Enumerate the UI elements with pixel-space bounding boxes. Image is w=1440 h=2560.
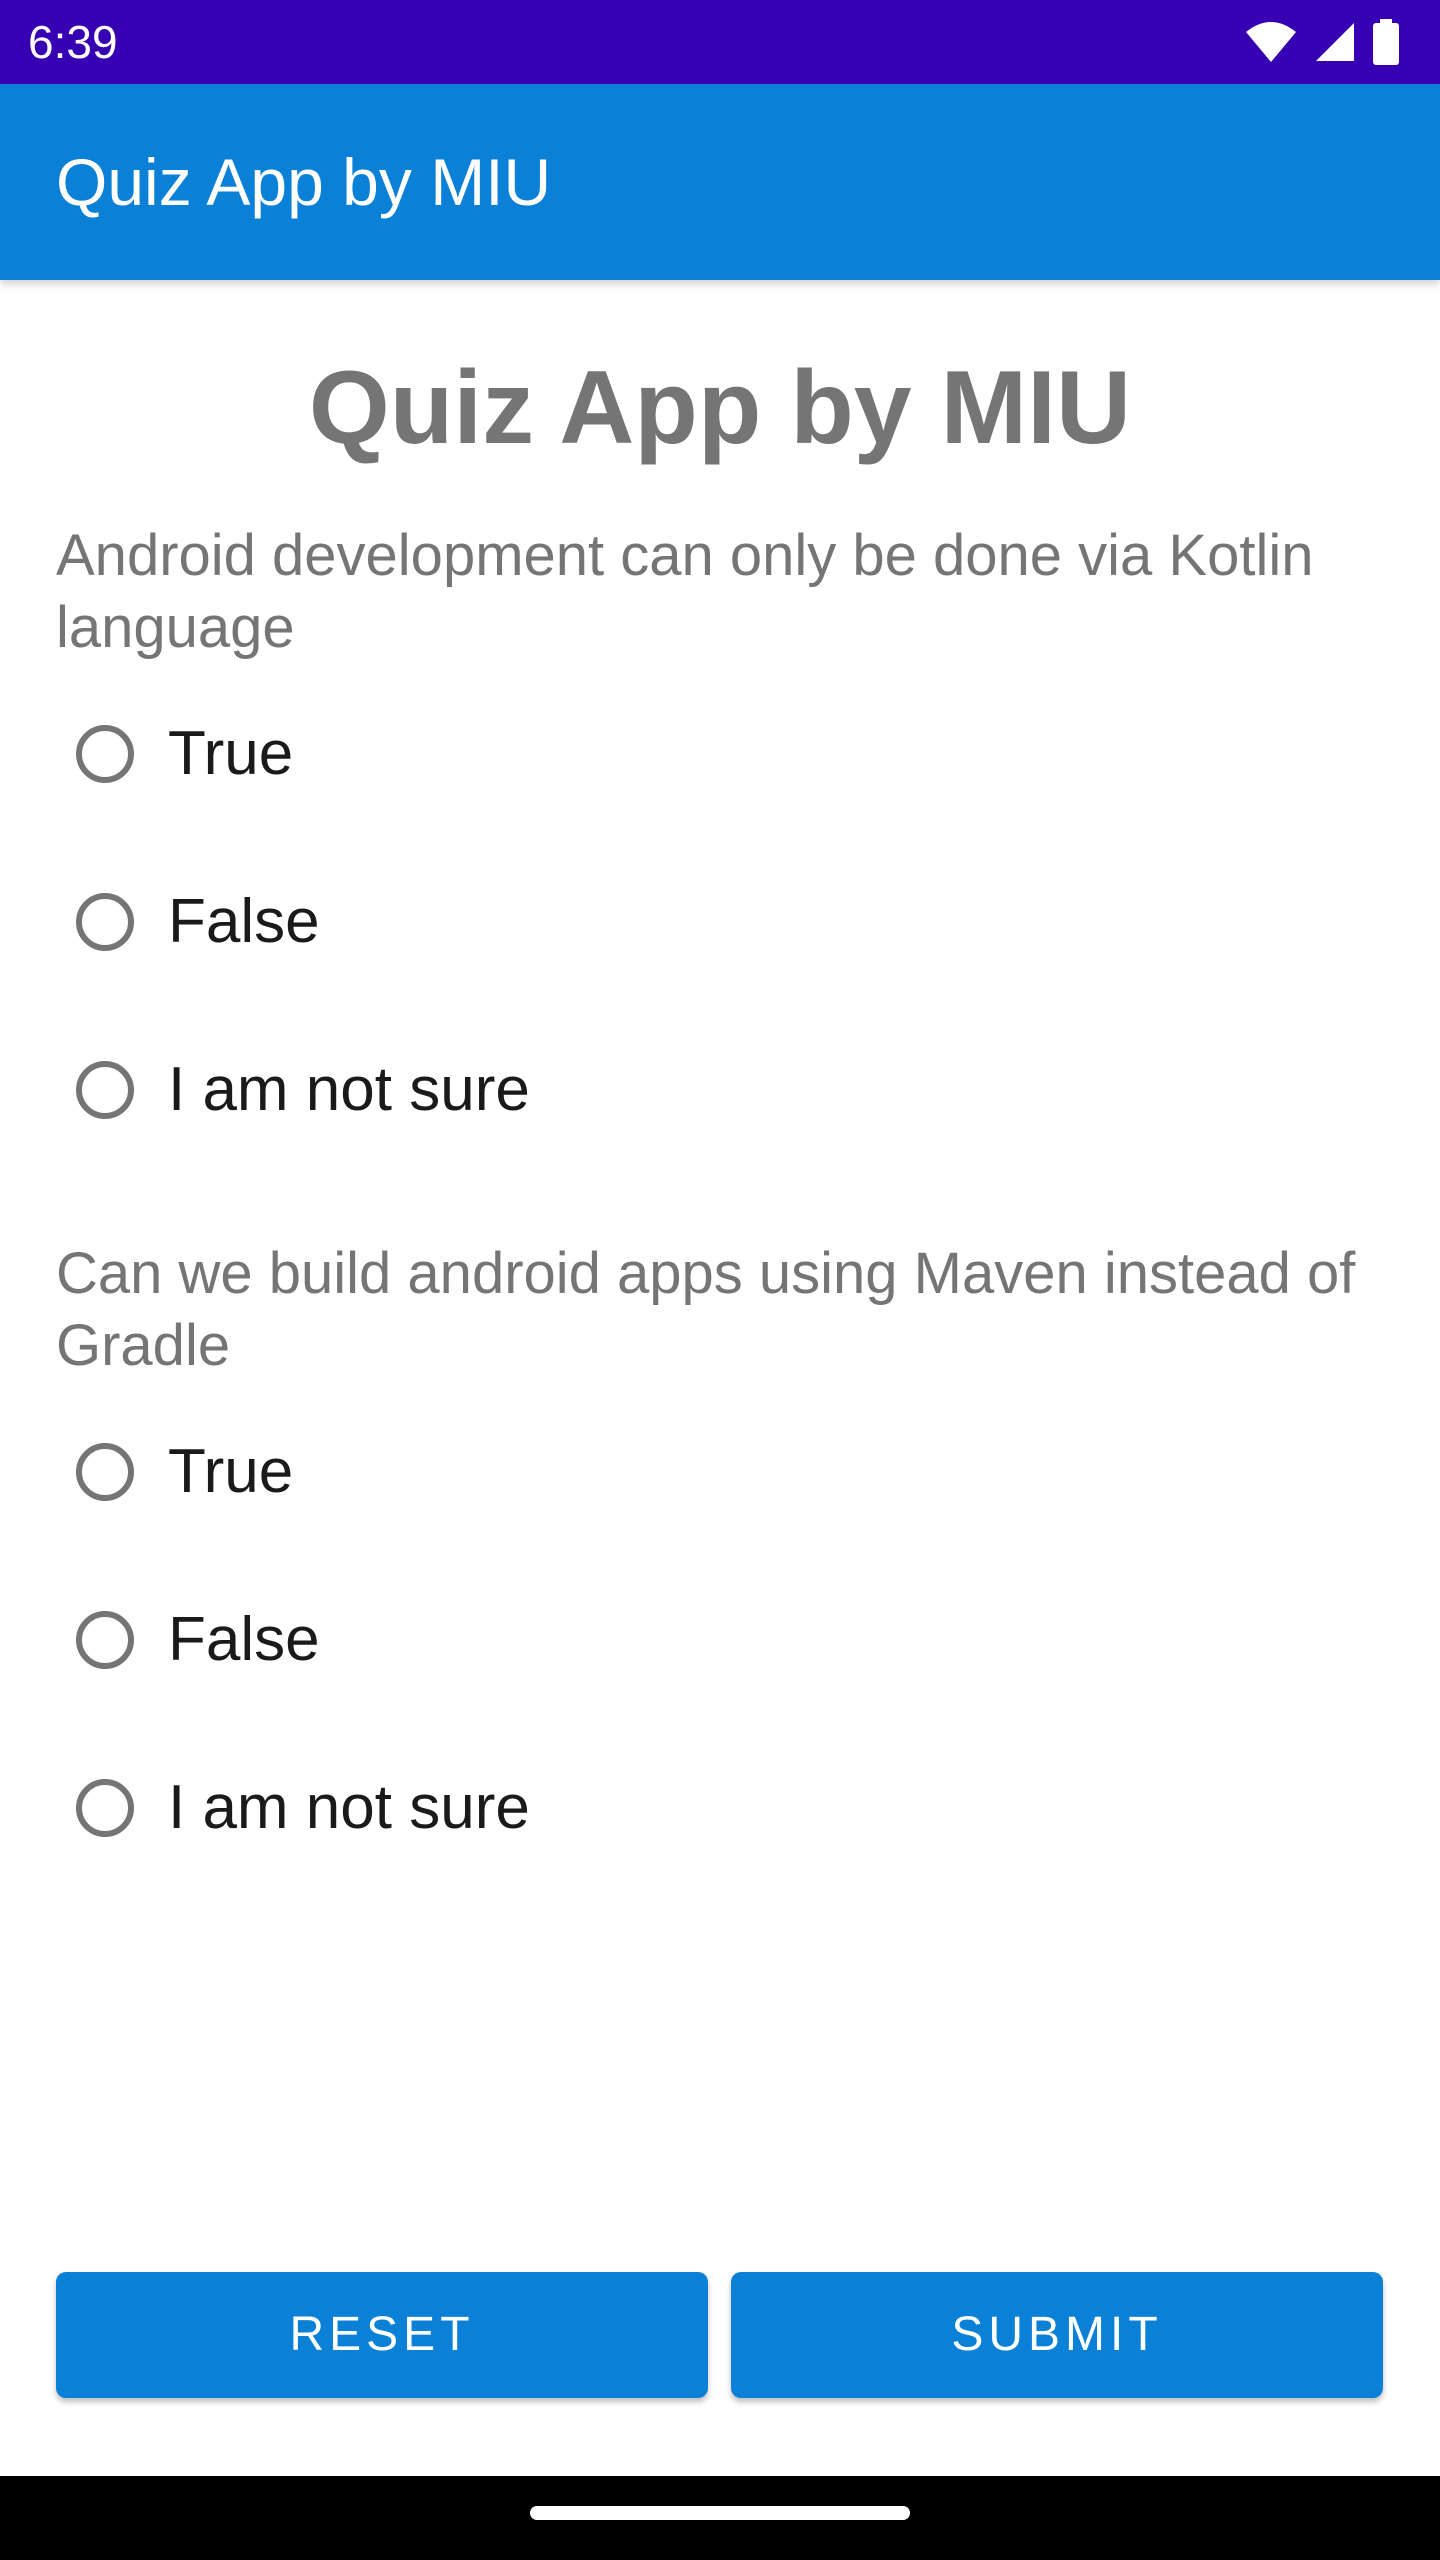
option-label: True [168,719,294,788]
option-label: I am not sure [168,1055,530,1124]
radio-button-icon[interactable] [76,893,134,951]
app-bar: Quiz App by MIU [0,84,1440,280]
question-1-text: Android development can only be done via… [56,523,1314,660]
radio-button-icon[interactable] [76,725,134,783]
page-title: Quiz App by MIU [308,350,1132,466]
question-1-option-true[interactable]: True [76,714,293,794]
reset-button[interactable]: RESET [56,2272,708,2398]
radio-button-icon[interactable] [76,1611,134,1669]
status-bar: 6:39 [0,0,1440,84]
question-2-option-not-sure[interactable]: I am not sure [76,1768,530,1848]
question-2-text: Can we build android apps using Maven in… [56,1241,1356,1378]
radio-button-icon[interactable] [76,1443,134,1501]
status-icons [1244,18,1400,66]
question-1-option-not-sure[interactable]: I am not sure [76,1050,530,1130]
cell-signal-icon [1314,21,1356,63]
option-label: False [168,1605,320,1674]
question-1-option-false[interactable]: False [76,882,320,962]
home-gesture-handle[interactable] [530,2506,910,2520]
app-bar-title: Quiz App by MIU [56,145,552,219]
option-label: I am not sure [168,1773,530,1842]
radio-button-icon[interactable] [76,1779,134,1837]
question-2-option-true[interactable]: True [76,1432,293,1512]
option-label: True [168,1437,294,1506]
wifi-icon [1244,20,1298,64]
navigation-bar [0,2476,1440,2560]
status-time: 6:39 [28,16,118,68]
question-2-option-false[interactable]: False [76,1600,320,1680]
submit-button[interactable]: SUBMIT [731,2272,1383,2398]
battery-icon [1372,19,1400,65]
radio-button-icon[interactable] [76,1061,134,1119]
option-label: False [168,887,320,956]
